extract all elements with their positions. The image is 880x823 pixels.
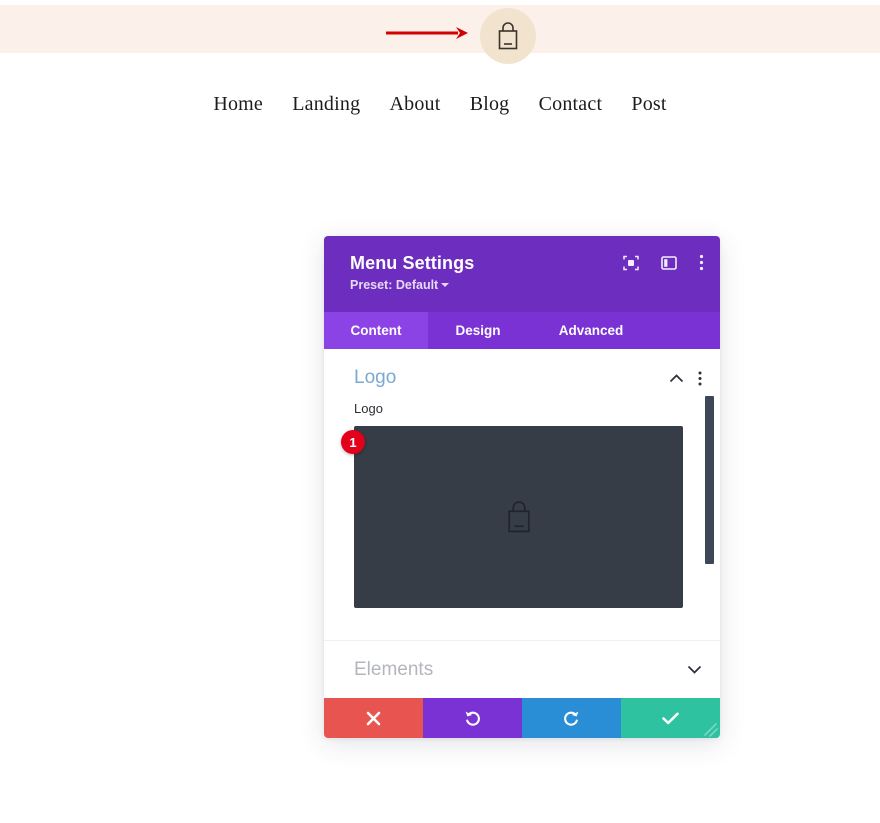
undo-button[interactable]: [423, 698, 522, 738]
nav-item-post[interactable]: Post: [631, 93, 666, 116]
nav-item-home[interactable]: Home: [213, 93, 263, 116]
logo-image-preview[interactable]: [354, 426, 683, 608]
chevron-down-icon[interactable]: [687, 665, 702, 674]
shopping-bag-icon: [504, 499, 534, 535]
site-logo[interactable]: [480, 8, 536, 64]
shopping-bag-icon: [495, 21, 521, 51]
tab-design[interactable]: Design: [428, 312, 528, 349]
field-label-logo: Logo: [324, 401, 720, 416]
menu-settings-modal: Menu Settings Preset: Default: [324, 236, 720, 738]
preset-selector[interactable]: Preset: Default: [350, 278, 449, 292]
section-elements-header[interactable]: Elements: [324, 640, 720, 698]
nav-item-about[interactable]: About: [389, 93, 440, 116]
section-title-elements: Elements: [354, 659, 673, 681]
modal-header: Menu Settings Preset: Default: [324, 236, 720, 312]
tab-advanced[interactable]: Advanced: [528, 312, 654, 349]
chevron-down-icon: [441, 283, 449, 287]
section-logo-header[interactable]: Logo: [324, 349, 720, 401]
site-navigation: Home Landing About Blog Contact Post: [0, 93, 880, 116]
undo-arrow-icon: [464, 710, 481, 727]
checkmark-icon: [662, 712, 679, 725]
close-x-icon: [366, 711, 381, 726]
red-arrow-right-icon: [386, 26, 468, 40]
modal-header-actions: [623, 254, 704, 271]
focus-target-icon[interactable]: [623, 255, 639, 271]
modal-footer-actions: [324, 698, 720, 738]
modal-scrollbar-track[interactable]: [708, 349, 717, 698]
modal-tabs: Content Design Advanced: [324, 312, 720, 349]
step-badge: 1: [341, 430, 365, 454]
section-more-vertical-icon[interactable]: [698, 371, 702, 386]
logo-image-field: 1: [354, 426, 690, 608]
tab-content[interactable]: Content: [324, 312, 428, 349]
page-root: Home Landing About Blog Contact Post Men…: [0, 0, 880, 823]
preset-label: Preset: Default: [350, 278, 438, 292]
modal-body: Logo Logo: [324, 349, 720, 698]
redo-arrow-icon: [563, 710, 580, 727]
nav-item-contact[interactable]: Contact: [539, 93, 603, 116]
resize-grip-icon[interactable]: [702, 721, 718, 737]
cancel-button[interactable]: [324, 698, 423, 738]
section-title-logo: Logo: [354, 367, 655, 389]
redo-button[interactable]: [522, 698, 621, 738]
chevron-up-icon[interactable]: [669, 374, 684, 383]
nav-item-blog[interactable]: Blog: [470, 93, 510, 116]
nav-item-landing[interactable]: Landing: [292, 93, 360, 116]
layout-columns-icon[interactable]: [661, 255, 677, 271]
more-vertical-icon[interactable]: [699, 254, 704, 271]
modal-scrollbar-thumb[interactable]: [705, 396, 714, 564]
